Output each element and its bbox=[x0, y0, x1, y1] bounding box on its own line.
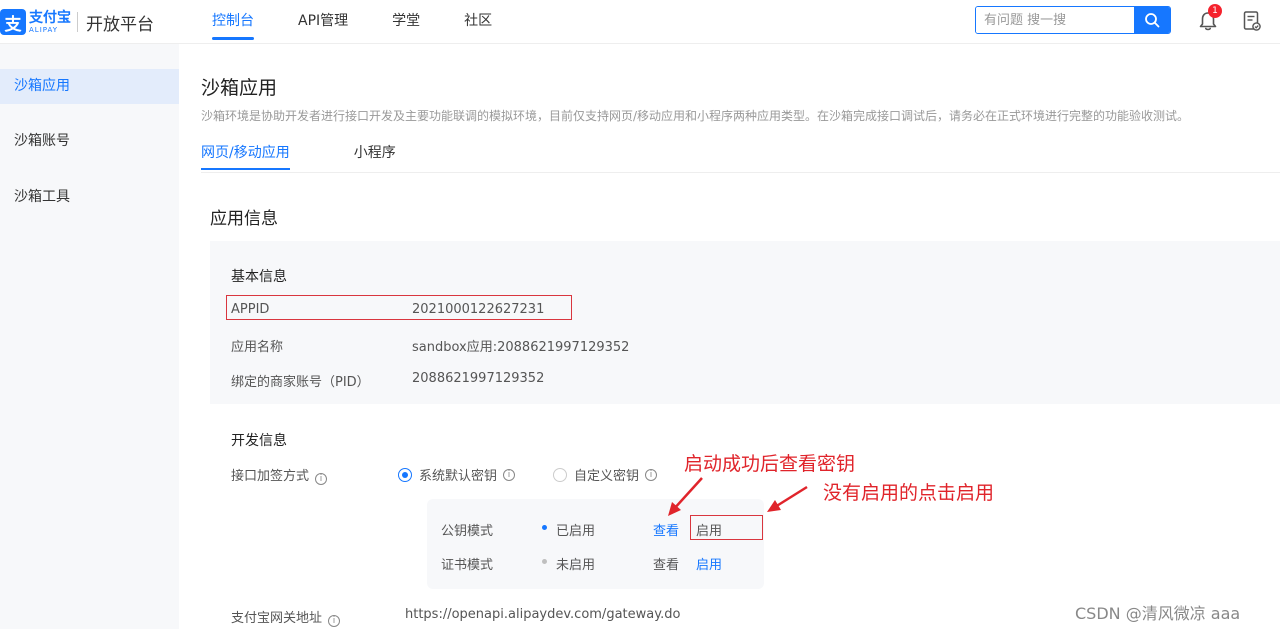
public-key-mode-status: 已启用 bbox=[556, 524, 596, 539]
gateway-label-text: 支付宝网关地址 bbox=[231, 611, 323, 626]
platform-name: 开放平台 bbox=[86, 14, 154, 35]
pid-label: 绑定的商家账号（PID） bbox=[231, 375, 370, 390]
nav-api-management[interactable]: API管理 bbox=[298, 0, 348, 44]
annotation-view-key: 启动成功后查看密钥 bbox=[684, 453, 856, 475]
alipay-logo[interactable]: 支 支付宝 ALIPAY 开放平台 bbox=[0, 8, 154, 36]
radio-unchecked-icon bbox=[553, 467, 567, 482]
public-key-view-link[interactable]: 查看 bbox=[653, 520, 679, 539]
basic-info-title: 基本信息 bbox=[231, 269, 287, 285]
sidebar-item-sandbox-account[interactable]: 沙箱账号 bbox=[0, 124, 179, 159]
nav-community[interactable]: 社区 bbox=[464, 0, 492, 44]
logo-divider bbox=[77, 12, 78, 32]
sidebar-item-sandbox-tools[interactable]: 沙箱工具 bbox=[0, 180, 179, 215]
info-icon[interactable]: i bbox=[315, 473, 328, 485]
tab-mini-program[interactable]: 小程序 bbox=[354, 140, 396, 173]
app-name-value: sandbox应用:2088621997129352 bbox=[412, 340, 630, 355]
radio-custom-key[interactable]: 自定义密钥 i bbox=[553, 465, 658, 484]
status-disabled-dot bbox=[542, 559, 547, 564]
main-nav: 控制台 API管理 学堂 社区 bbox=[190, 0, 514, 44]
info-icon[interactable]: i bbox=[328, 615, 341, 627]
dev-info-title: 开发信息 bbox=[231, 433, 287, 449]
top-navigation-bar: 支 支付宝 ALIPAY 开放平台 控制台 API管理 学堂 社区 1 bbox=[0, 0, 1280, 44]
radio-default-key[interactable]: 系统默认密钥 i bbox=[398, 465, 516, 484]
main-content: 沙箱应用 沙箱环境是协助开发者进行接口开发及主要功能联调的模拟环境，目前仅支持网… bbox=[179, 44, 1280, 629]
sidebar-item-sandbox-app[interactable]: 沙箱应用 bbox=[0, 69, 179, 104]
annotation-click-enable: 没有启用的点击启用 bbox=[823, 482, 995, 504]
section-title-app-info: 应用信息 bbox=[210, 209, 278, 229]
logo-text: 支付宝 ALIPAY bbox=[29, 11, 71, 34]
logo-cn-text: 支付宝 bbox=[29, 9, 71, 26]
tab-web-mobile-app[interactable]: 网页/移动应用 bbox=[201, 140, 290, 173]
cert-mode-status: 未启用 bbox=[556, 558, 596, 573]
sign-method-label-text: 接口加签方式 bbox=[231, 469, 310, 484]
page-description: 沙箱环境是协助开发者进行接口开发及主要功能联调的模拟环境，目前仅支持网页/移动应… bbox=[201, 109, 1190, 123]
cert-view-link[interactable]: 查看 bbox=[653, 554, 679, 573]
key-mode-panel bbox=[427, 499, 764, 589]
search-button[interactable] bbox=[1134, 7, 1170, 33]
cert-mode-label: 证书模式 bbox=[441, 558, 494, 573]
gateway-label: 支付宝网关地址 i bbox=[231, 607, 341, 627]
info-icon[interactable]: i bbox=[645, 468, 658, 481]
nav-console[interactable]: 控制台 bbox=[212, 0, 254, 44]
gateway-value[interactable]: https://openapi.alipaydev.com/gateway.do bbox=[405, 607, 680, 622]
alipay-logo-icon: 支 bbox=[0, 9, 26, 35]
search-box bbox=[975, 6, 1171, 34]
status-enabled-dot bbox=[542, 525, 547, 530]
search-input[interactable] bbox=[976, 7, 1134, 33]
sidebar: 沙箱应用 沙箱账号 沙箱工具 bbox=[0, 44, 179, 629]
sign-method-label: 接口加签方式 i bbox=[231, 465, 328, 485]
cert-enable-link[interactable]: 启用 bbox=[696, 554, 722, 573]
radio-checked-icon bbox=[398, 467, 412, 482]
enable-highlight-box bbox=[690, 515, 763, 540]
tabs-divider bbox=[201, 172, 1280, 173]
app-type-tabs: 网页/移动应用 小程序 bbox=[201, 140, 460, 173]
radio-default-key-label: 系统默认密钥 bbox=[419, 469, 498, 484]
app-name-label: 应用名称 bbox=[231, 340, 284, 355]
csdn-watermark: CSDN @清风微凉 aaa bbox=[1075, 604, 1241, 623]
search-icon bbox=[1145, 13, 1160, 28]
nav-school[interactable]: 学堂 bbox=[392, 0, 420, 44]
public-key-mode-label: 公钥模式 bbox=[441, 524, 494, 539]
info-icon[interactable]: i bbox=[503, 468, 516, 481]
basic-info-panel bbox=[210, 241, 1280, 404]
document-icon[interactable] bbox=[1242, 10, 1262, 32]
logo-en-text: ALIPAY bbox=[29, 25, 59, 34]
radio-custom-key-label: 自定义密钥 bbox=[574, 469, 640, 484]
notification-badge: 1 bbox=[1208, 4, 1222, 18]
page-title: 沙箱应用 bbox=[201, 77, 278, 99]
pid-value: 2088621997129352 bbox=[412, 371, 545, 386]
appid-highlight-box bbox=[226, 295, 572, 320]
